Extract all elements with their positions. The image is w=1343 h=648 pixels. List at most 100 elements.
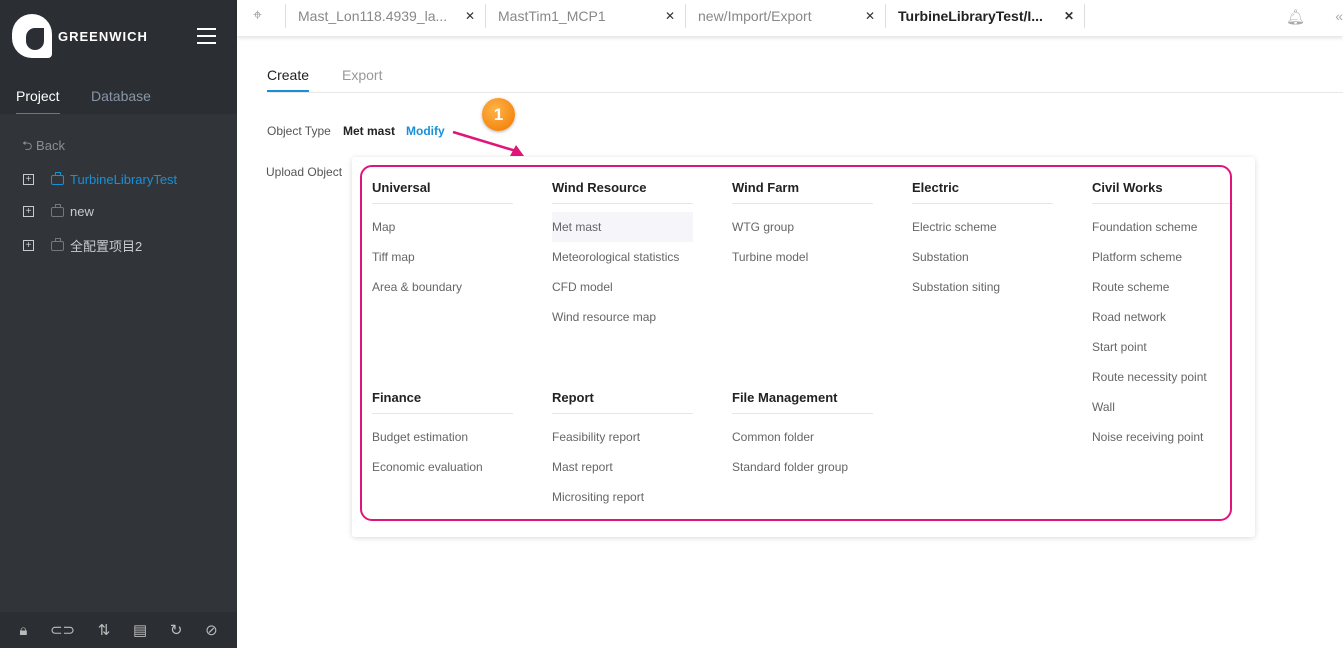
menu-item[interactable]: Map bbox=[372, 212, 513, 242]
project-tree: ⮌ Back + TurbineLibraryTest + new + 全配置项目2 bbox=[0, 114, 237, 612]
menu-group-title: Report bbox=[552, 377, 693, 414]
hide-icon[interactable]: ⊘ bbox=[205, 621, 218, 639]
menu-item[interactable]: Start point bbox=[1092, 332, 1233, 362]
tab-create[interactable]: Create bbox=[267, 67, 310, 92]
menu-item[interactable]: Substation siting bbox=[912, 272, 1053, 302]
menu-item[interactable]: Meteorological statistics bbox=[552, 242, 693, 272]
document-icon[interactable]: ▤ bbox=[133, 621, 147, 639]
menu-group-title: Wind Farm bbox=[732, 167, 873, 204]
back-button[interactable]: ⮌ Back bbox=[22, 137, 65, 159]
collapse-icon[interactable]: « bbox=[1335, 8, 1343, 24]
menu-item[interactable]: WTG group bbox=[732, 212, 873, 242]
briefcase-icon bbox=[51, 171, 64, 185]
object-type-label: Object Type bbox=[267, 124, 331, 138]
close-icon[interactable]: ✕ bbox=[865, 9, 875, 23]
sidebar: GREENWICH Project Database ⮌ Back + Turbi… bbox=[0, 0, 237, 648]
menu-item[interactable]: Route scheme bbox=[1092, 272, 1233, 302]
step-badge: 1 bbox=[482, 98, 515, 131]
tab-label: TurbineLibraryTest/I... bbox=[898, 8, 1043, 24]
logo: GREENWICH bbox=[12, 14, 148, 58]
arrow-annotation bbox=[452, 130, 524, 156]
modify-link[interactable]: Modify bbox=[406, 124, 445, 138]
menu-group-title: Electric bbox=[912, 167, 1053, 204]
menu-item[interactable]: Noise receiving point bbox=[1092, 422, 1233, 452]
tree-node-project2[interactable]: + 全配置项目2 bbox=[23, 236, 142, 255]
menu-group: Civil Works Foundation scheme Platform sch… bbox=[1092, 167, 1233, 452]
menu-item[interactable]: Road network bbox=[1092, 302, 1233, 332]
menu-group: Universal Map Tiff map Area & boundary bbox=[372, 167, 513, 302]
menu-group: Report Feasibility report Mast report Micro… bbox=[552, 377, 693, 512]
map-pin-icon[interactable]: ⌖ bbox=[253, 7, 262, 25]
menu-group-title: Universal bbox=[372, 167, 513, 204]
back-label: Back bbox=[36, 138, 65, 153]
tab-bar: ⌖ Mast_Lon118.4939_la... ✕ MastTim1_MCP1 ✕… bbox=[237, 0, 1343, 36]
logo-mark bbox=[12, 14, 52, 58]
menu-group-title: Finance bbox=[372, 377, 513, 414]
tree-node-turbinelibrarytest[interactable]: + TurbineLibraryTest bbox=[23, 171, 178, 187]
refresh-icon[interactable]: ↻ bbox=[170, 621, 183, 639]
bell-icon[interactable]: 🔔︎ bbox=[1286, 8, 1305, 26]
tab-label: new/Import/Export bbox=[698, 8, 812, 24]
tree-node-label: 全配置项目2 bbox=[70, 239, 143, 254]
menu-item[interactable]: Route necessity point bbox=[1092, 362, 1233, 392]
menu-item[interactable]: Economic evaluation bbox=[372, 452, 513, 482]
tab-export[interactable]: Export bbox=[342, 67, 382, 83]
menu-item[interactable]: CFD model bbox=[552, 272, 693, 302]
menu-item[interactable]: Wall bbox=[1092, 392, 1233, 422]
menu-item[interactable]: Standard folder group bbox=[732, 452, 873, 482]
menu-group: Electric Electric scheme Substation Substat… bbox=[912, 167, 1053, 302]
menu-group: Finance Budget estimation Economic evaluat… bbox=[372, 377, 513, 482]
back-icon: ⮌ bbox=[22, 138, 33, 153]
menu-item[interactable]: Electric scheme bbox=[912, 212, 1053, 242]
close-icon[interactable]: ✕ bbox=[665, 9, 675, 23]
menu-item[interactable]: Tiff map bbox=[372, 242, 513, 272]
brand-name: GREENWICH bbox=[58, 28, 148, 44]
tab-project[interactable]: Project bbox=[16, 88, 60, 115]
menu-group: Wind Resource Met mast Meteorological stat… bbox=[552, 167, 693, 332]
expand-icon[interactable]: + bbox=[23, 206, 34, 217]
tab-import-export[interactable]: new/Import/Export ✕ bbox=[685, 4, 885, 28]
menu-item[interactable]: Micrositing report bbox=[552, 482, 693, 512]
link-icon[interactable]: ⊂⊃ bbox=[50, 621, 75, 639]
lock-icon[interactable]: 🔒︎ bbox=[19, 622, 27, 639]
hamburger-menu-icon[interactable] bbox=[197, 28, 216, 44]
menu-item[interactable]: Budget estimation bbox=[372, 422, 513, 452]
menu-item[interactable]: Platform scheme bbox=[1092, 242, 1233, 272]
menu-group-title: Wind Resource bbox=[552, 167, 693, 204]
sidebar-footer: 🔒︎ ⊂⊃ ⇅ ▤ ↻ ⊘ bbox=[0, 612, 237, 648]
expand-icon[interactable]: + bbox=[23, 174, 34, 185]
menu-group-title: File Management bbox=[732, 377, 873, 414]
tab-database[interactable]: Database bbox=[91, 88, 151, 104]
menu-group-title: Civil Works bbox=[1092, 167, 1233, 204]
tab-mast-lon[interactable]: Mast_Lon118.4939_la... ✕ bbox=[285, 4, 485, 28]
menu-item[interactable]: Feasibility report bbox=[552, 422, 693, 452]
tab-label: MastTim1_MCP1 bbox=[498, 8, 606, 24]
menu-item[interactable]: Common folder bbox=[732, 422, 873, 452]
menu-group: Wind Farm WTG group Turbine model bbox=[732, 167, 873, 272]
expand-icon[interactable]: + bbox=[23, 240, 34, 251]
sort-icon[interactable]: ⇅ bbox=[98, 621, 111, 639]
tab-masttim1[interactable]: MastTim1_MCP1 ✕ bbox=[485, 4, 685, 28]
tree-node-new[interactable]: + new bbox=[23, 203, 94, 219]
object-type-value: Met mast bbox=[343, 124, 396, 138]
tab-label: Mast_Lon118.4939_la... bbox=[298, 8, 448, 24]
content-tabs: Create Export bbox=[267, 67, 1343, 93]
upload-object-label: Upload Object bbox=[266, 165, 343, 179]
briefcase-icon bbox=[51, 203, 64, 217]
briefcase-icon bbox=[51, 237, 64, 251]
close-icon[interactable]: ✕ bbox=[465, 9, 475, 23]
object-type-menu: Universal Map Tiff map Area & boundary Wind … bbox=[352, 157, 1255, 537]
menu-item[interactable]: Substation bbox=[912, 242, 1053, 272]
menu-item[interactable]: Met mast bbox=[552, 212, 693, 242]
menu-item[interactable]: Area & boundary bbox=[372, 272, 513, 302]
menu-item[interactable]: Mast report bbox=[552, 452, 693, 482]
tab-turbinelibrarytest[interactable]: TurbineLibraryTest/I... ✕ bbox=[885, 4, 1085, 28]
menu-item[interactable]: Foundation scheme bbox=[1092, 212, 1233, 242]
menu-group: File Management Common folder Standard fol… bbox=[732, 377, 873, 482]
menu-item[interactable]: Turbine model bbox=[732, 242, 873, 272]
menu-item[interactable]: Wind resource map bbox=[552, 302, 693, 332]
tree-node-label: new bbox=[70, 204, 94, 219]
close-icon[interactable]: ✕ bbox=[1064, 9, 1074, 23]
tree-node-label: TurbineLibraryTest bbox=[70, 172, 178, 187]
sidebar-tabs: Project Database bbox=[0, 80, 237, 115]
